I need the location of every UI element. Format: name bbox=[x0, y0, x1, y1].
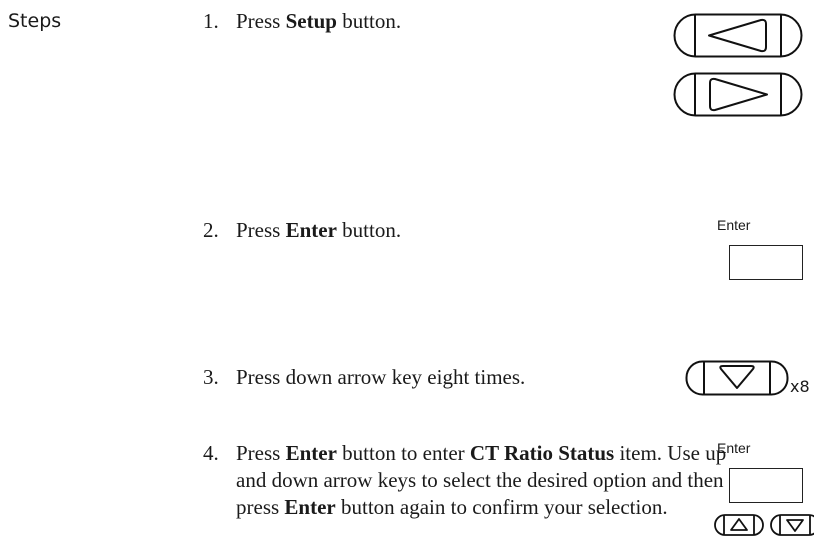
repeat-count-label: x8 bbox=[790, 377, 810, 396]
enter-key-label: Enter bbox=[717, 217, 751, 233]
down-arrow-key-icon bbox=[685, 360, 789, 396]
step-text: Press Enter button to enter CT Ratio Sta… bbox=[236, 441, 727, 519]
enter-key-icon bbox=[729, 468, 803, 503]
up-arrow-key-icon bbox=[714, 514, 764, 536]
bold-term: CT Ratio Status bbox=[469, 441, 615, 465]
bold-term: Enter bbox=[284, 495, 336, 519]
left-arrow-key-icon bbox=[673, 13, 803, 58]
bold-term: Enter bbox=[285, 441, 337, 465]
bold-term: Setup bbox=[285, 9, 337, 33]
step-number: 3. bbox=[203, 365, 219, 389]
step-text: Press Enter button. bbox=[236, 218, 402, 242]
steps-heading: Steps bbox=[8, 10, 62, 32]
enter-key-icon bbox=[729, 245, 803, 280]
down-arrow-key-icon bbox=[770, 514, 814, 536]
right-arrow-key-icon bbox=[673, 72, 803, 117]
step-number: 1. bbox=[203, 9, 219, 33]
step-text: Press Setup button. bbox=[236, 9, 402, 33]
bold-term: Enter bbox=[285, 218, 337, 242]
enter-key-label: Enter bbox=[717, 440, 751, 456]
step-number: 4. bbox=[203, 441, 219, 465]
step-number: 2. bbox=[203, 218, 219, 242]
step-text: Press down arrow key eight times. bbox=[236, 365, 526, 389]
